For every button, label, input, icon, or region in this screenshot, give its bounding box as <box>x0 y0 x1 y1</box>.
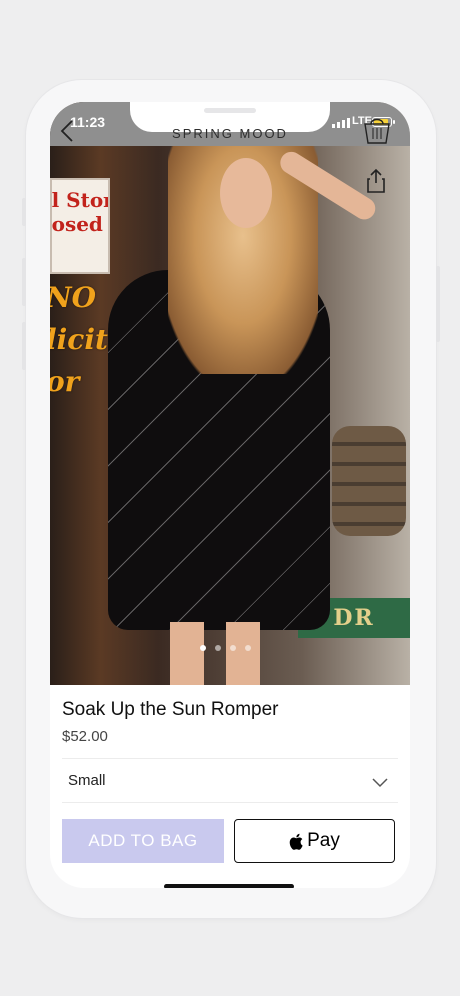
home-indicator[interactable] <box>164 884 294 888</box>
battery-tip <box>393 120 395 124</box>
pager-dot[interactable] <box>230 645 236 651</box>
page-title: SPRING MOOD <box>172 126 288 141</box>
side-button <box>22 198 26 226</box>
shopping-bag-icon[interactable] <box>362 116 392 149</box>
model-leg-right <box>226 622 260 685</box>
model-leg-left <box>170 622 204 685</box>
volume-up-button <box>22 258 26 306</box>
barrel <box>332 426 406 536</box>
back-icon[interactable] <box>60 119 74 148</box>
share-icon[interactable] <box>366 168 386 199</box>
product-image[interactable]: il Store losed NO licitin or DR <box>50 102 410 685</box>
store-sign-text: il Store losed <box>51 188 108 236</box>
signal-icon <box>332 118 350 128</box>
size-select[interactable]: Small <box>50 758 410 802</box>
status-bar: 11:23 SPRING MOOD LTE <box>50 102 410 146</box>
store-sign: il Store losed <box>50 178 110 274</box>
apple-pay-label: Pay <box>307 830 340 851</box>
app-screen: il Store losed NO licitin or DR <box>50 102 410 888</box>
size-select-value: Small <box>68 772 106 789</box>
apple-logo-icon <box>289 833 303 850</box>
pager-dot[interactable] <box>215 645 221 651</box>
model-face <box>220 158 272 228</box>
product-name: Soak Up the Sun Romper <box>62 699 279 720</box>
status-time: 11:23 <box>70 114 106 130</box>
apple-pay-button[interactable]: Pay <box>234 819 395 863</box>
speaker <box>204 108 256 113</box>
power-button <box>436 266 440 342</box>
pager-dot[interactable] <box>245 645 251 651</box>
image-pager[interactable] <box>200 645 251 651</box>
volume-down-button <box>22 322 26 370</box>
divider <box>62 802 398 803</box>
add-to-bag-button[interactable]: ADD TO BAG <box>62 819 224 863</box>
product-price: $52.00 <box>62 728 108 745</box>
chevron-down-icon <box>372 775 388 793</box>
pager-dot[interactable] <box>200 645 206 651</box>
